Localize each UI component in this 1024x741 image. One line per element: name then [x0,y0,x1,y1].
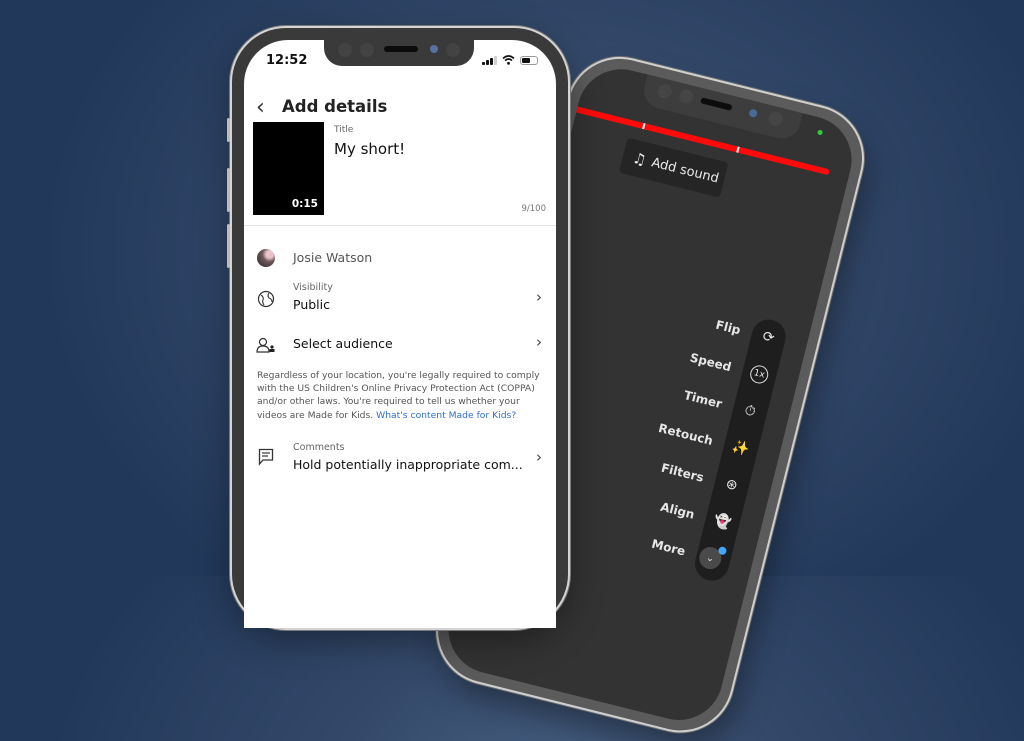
status-bar: 12:52 [266,53,538,71]
title-input[interactable]: My short! [334,140,405,158]
segment-marker [642,122,646,130]
earpiece-speaker [700,97,733,111]
coppa-notice: Regardless of your location, you're lega… [257,369,542,422]
earpiece-speaker [384,46,418,52]
avatar [256,248,276,268]
account-name: Josie Watson [293,250,373,265]
comments-row[interactable]: Comments Hold potentially inappropriate … [244,440,556,480]
add-sound-label: Add sound [650,154,721,187]
title-char-counter: 9/100 [521,204,547,214]
page-title: Add details [282,97,388,116]
chevron-right-icon: › [536,448,542,466]
video-thumbnail[interactable]: 0:15 [253,122,324,215]
tool-label: Timer [682,388,724,412]
tool-label: Align [658,499,696,522]
select-audience-row[interactable]: Select audience › [244,330,556,360]
page-header: ‹ Add details [244,95,556,125]
tool-label: Flip [714,317,742,338]
comment-icon [256,447,276,467]
camera-tools: Flip ⟳ Speed 1x Timer ⏱ Retouch ✨ Filters ⊛ Align 👻… [624,283,790,585]
tool-label: Speed [688,350,733,375]
visibility-value: Public [293,297,330,312]
battery-icon [520,55,538,65]
notification-dot [717,545,728,556]
chevron-right-icon: › [536,333,542,351]
chevron-right-icon: › [536,288,542,306]
details-phone: 12:52 ‹ Add details 0:15 Title My short!… [227,28,568,628]
person-audience-icon [256,335,276,355]
sensor-dot [767,110,785,128]
segment-marker [736,146,740,153]
front-camera [748,108,759,119]
chevron-down-icon: ⌄ [696,544,728,572]
visibility-row[interactable]: Visibility Public › [244,280,556,320]
video-duration: 0:15 [291,198,318,210]
volume-up-button [227,168,230,212]
sensor-dot [677,88,695,106]
account-row: Josie Watson [244,243,556,273]
cellular-signal-icon [482,55,497,65]
made-for-kids-link[interactable]: What's content Made for Kids? [376,410,516,421]
mute-switch [227,118,230,142]
tool-label: Retouch [657,420,715,448]
volume-down-button [227,224,230,268]
comments-value: Hold potentially inappropriate com... [293,457,523,472]
title-label: Title [334,125,354,135]
globe-icon [256,289,276,309]
comments-label: Comments [293,442,345,453]
avatar-image [257,249,275,267]
front-camera [430,45,438,53]
visibility-label: Visibility [293,282,333,293]
add-sound-button[interactable]: ♫ Add sound [618,137,729,198]
select-audience-label: Select audience [293,336,393,351]
wifi-icon [502,55,515,65]
music-note-icon: ♫ [630,148,649,170]
tool-label: More [650,536,687,559]
video-details: 0:15 Title My short! 9/100 [244,122,556,226]
chevron-left-icon[interactable]: ‹ [256,95,265,121]
add-details-screen: 12:52 ‹ Add details 0:15 Title My short!… [244,40,556,628]
status-time: 12:52 [266,53,308,68]
sensor-dot [656,82,674,100]
camera-in-use-indicator [817,129,824,136]
tool-label: Filters [659,460,706,485]
